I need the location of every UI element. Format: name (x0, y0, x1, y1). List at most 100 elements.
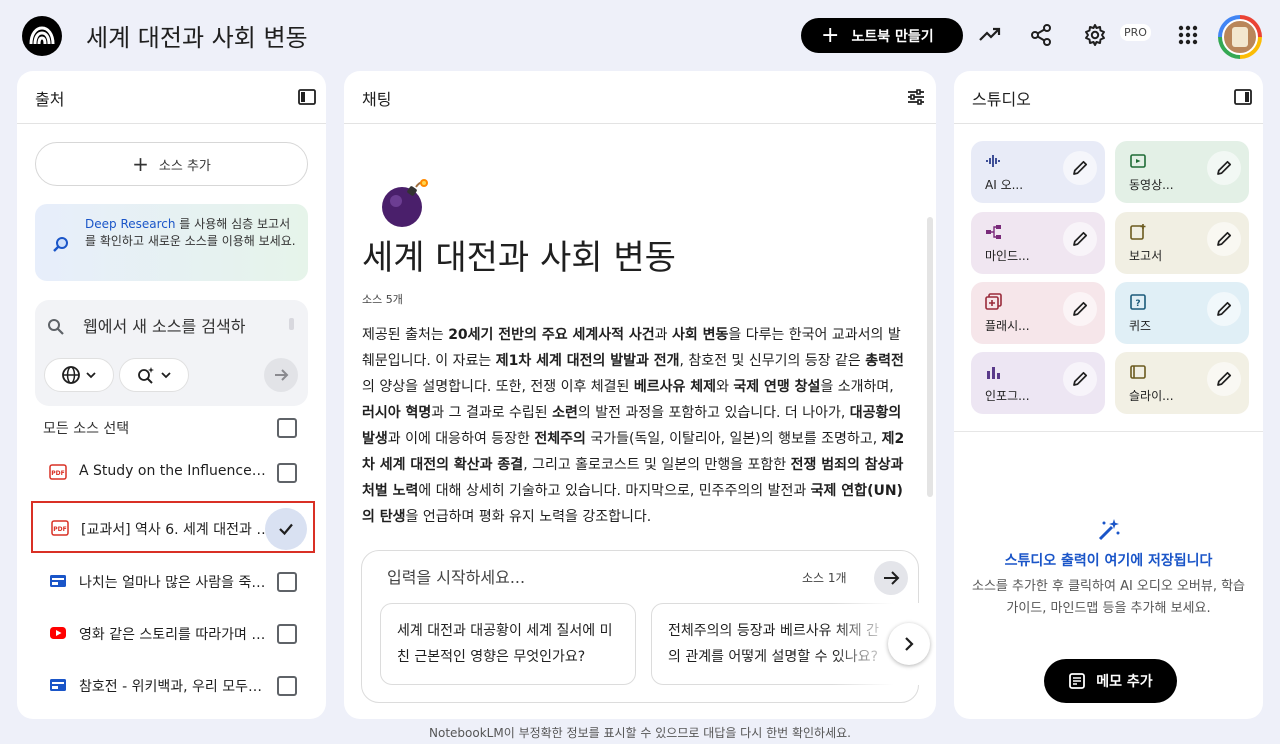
studio-tile-label: 마인드... (985, 249, 1030, 263)
studio-tile[interactable]: 플래시... (971, 282, 1105, 344)
source-checkbox[interactable] (277, 676, 297, 696)
settings-gear-icon[interactable] (1080, 20, 1110, 50)
web-source-type-dropdown[interactable] (44, 358, 114, 392)
edit-pencil-icon[interactable] (1063, 222, 1097, 256)
source-checkbox[interactable] (277, 463, 297, 483)
studio-tile[interactable]: 슬라이... (1115, 352, 1249, 414)
video-icon (1129, 152, 1146, 168)
edit-pencil-icon[interactable] (1063, 151, 1097, 185)
summary-text: 과 그 결과로 수립된 (431, 405, 553, 421)
plus-icon: + (821, 22, 840, 48)
chat-panel-title: 채팅 (362, 90, 392, 109)
summary-highlight: 러시아 혁명 (362, 405, 432, 421)
notebook-summary: 제공된 출처는 20세기 전반의 주요 세계사적 사건과 사회 변동을 다루는 … (362, 322, 908, 530)
search-mode-dropdown[interactable] (119, 358, 189, 392)
edit-pencil-icon[interactable] (1207, 151, 1241, 185)
deep-research-link[interactable]: Deep Research (85, 217, 175, 231)
source-checkbox-checked[interactable] (265, 508, 307, 550)
edit-pencil-icon[interactable] (1207, 222, 1241, 256)
collapse-panel-icon[interactable] (1233, 87, 1253, 107)
summary-highlight: 전체주의 (534, 431, 586, 447)
svg-text:PDF: PDF (51, 470, 64, 477)
notebooklm-logo-icon[interactable] (22, 16, 62, 56)
source-checkbox[interactable] (277, 572, 297, 592)
next-suggestions-button[interactable] (888, 623, 930, 665)
notebook-title[interactable]: 세계 대전과 사회 변동 (86, 18, 308, 53)
studio-tile[interactable]: 마인드... (971, 212, 1105, 274)
youtube-icon (49, 624, 67, 642)
summary-highlight: 소련 (552, 405, 578, 421)
add-memo-button[interactable]: 메모 추가 (1044, 659, 1177, 703)
infographic-icon (985, 363, 1001, 379)
source-title: [교과서] 역사 6. 세계 대전과 사회 변동 (81, 522, 271, 538)
web-page-icon (49, 572, 67, 590)
apps-grid-icon[interactable] (1173, 20, 1203, 50)
chat-composer: 소스 1개 세계 대전과 대공황이 세계 질서에 미친 근본적인 영향은 무엇인… (361, 550, 930, 703)
source-item[interactable]: 나치는 얼마나 많은 사람을 죽였나 (31, 556, 315, 608)
studio-tile[interactable]: AI 오... (971, 141, 1105, 203)
summary-highlight: 국제 연맹 창설 (733, 379, 821, 395)
web-search-input[interactable] (83, 314, 283, 338)
search-icon (47, 318, 65, 340)
sources-panel-header: 출처 (17, 71, 326, 124)
arrow-right-icon (884, 571, 900, 585)
create-notebook-label: 노트북 만들기 (851, 28, 934, 45)
notebook-bomb-emoji-icon (378, 177, 430, 229)
selected-source-count: 소스 1개 (802, 571, 847, 585)
magnifier-research-icon (52, 236, 70, 258)
studio-panel-title: 스튜디오 (972, 90, 1031, 109)
pdf-file-icon: PDF (49, 463, 67, 481)
studio-divider (954, 431, 1263, 432)
source-item[interactable]: 참호전 - 위키백과, 우리 모두의 백과사전 (31, 660, 315, 712)
studio-tile-label: 인포그... (985, 389, 1030, 403)
chat-settings-sliders-icon[interactable] (906, 87, 926, 107)
source-item[interactable]: PDF A Study on the Influence of World War (31, 447, 315, 499)
edit-pencil-icon[interactable] (1207, 362, 1241, 396)
studio-tile-label: 플래시... (985, 319, 1030, 333)
globe-icon (62, 366, 80, 384)
share-icon[interactable] (1026, 20, 1056, 50)
collapse-panel-icon[interactable] (297, 87, 317, 107)
notebook-heading: 세계 대전과 사회 변동 (362, 238, 676, 278)
edit-pencil-icon[interactable] (1207, 292, 1241, 326)
summary-text: 와 (716, 379, 734, 395)
select-all-checkbox[interactable] (277, 418, 297, 438)
create-notebook-button[interactable]: + 노트북 만들기 (801, 18, 963, 53)
summary-text: 국가들(독일, 이탈리아, 일본)의 행보를 조명하고, (585, 431, 882, 447)
studio-tile[interactable]: 보고서 (1115, 212, 1249, 274)
chat-scrollbar[interactable] (927, 217, 933, 497)
summary-text: 에 대해 상세히 기술하고 있습니다. 마지막으로, 민주주의의 발전과 (418, 483, 811, 499)
summary-text: , 참호전 및 신무기의 등장 같은 (679, 353, 866, 369)
suggested-question[interactable]: 세계 대전과 대공황이 세계 질서에 미친 근본적인 영향은 무엇인가요? (380, 603, 636, 685)
select-all-sources-label: 모든 소스 선택 (43, 421, 130, 437)
mind-map-icon (985, 223, 1001, 239)
studio-tile[interactable]: 동영상... (1115, 141, 1249, 203)
source-checkbox[interactable] (277, 624, 297, 644)
edit-pencil-icon[interactable] (1063, 292, 1097, 326)
summary-text: 과 이에 대응하여 등장한 (387, 431, 535, 447)
send-button[interactable] (874, 561, 908, 595)
summary-highlight: 20세기 전반의 주요 세계사적 사건 (448, 327, 655, 343)
summary-text: 을 언급하며 평화 유지 노력을 강조합니다. (405, 509, 652, 525)
audio-waveform-icon (985, 152, 1001, 168)
chevron-down-icon (161, 372, 171, 379)
chat-content: 세계 대전과 사회 변동 소스 5개 제공된 출처는 20세기 전반의 주요 세… (344, 125, 936, 545)
summary-text: 을 소개하며, (820, 379, 894, 395)
web-source-search-box (35, 300, 308, 406)
search-submit-button[interactable] (264, 358, 298, 392)
source-title: 참호전 - 위키백과, 우리 모두의 백과사전 (79, 679, 269, 695)
pdf-file-icon: PDF (51, 519, 69, 537)
studio-tile-label: AI 오... (985, 178, 1024, 192)
quiz-icon: ? (1129, 293, 1146, 310)
studio-tile[interactable]: 인포그... (971, 352, 1105, 414)
source-item[interactable]: 영화 같은 스토리를 따라가며 보는 (31, 608, 315, 660)
studio-tile[interactable]: ? 퀴즈 (1115, 282, 1249, 344)
account-avatar[interactable] (1218, 15, 1262, 59)
source-item[interactable]: PDF [교과서] 역사 6. 세계 대전과 사회 변동 (31, 501, 315, 553)
chat-panel-header: 채팅 (344, 71, 936, 124)
add-source-button[interactable]: + 소스 추가 (35, 142, 308, 186)
web-page-icon (49, 676, 67, 694)
analytics-trend-icon[interactable] (975, 20, 1005, 50)
edit-pencil-icon[interactable] (1063, 362, 1097, 396)
chat-input[interactable] (387, 565, 767, 589)
